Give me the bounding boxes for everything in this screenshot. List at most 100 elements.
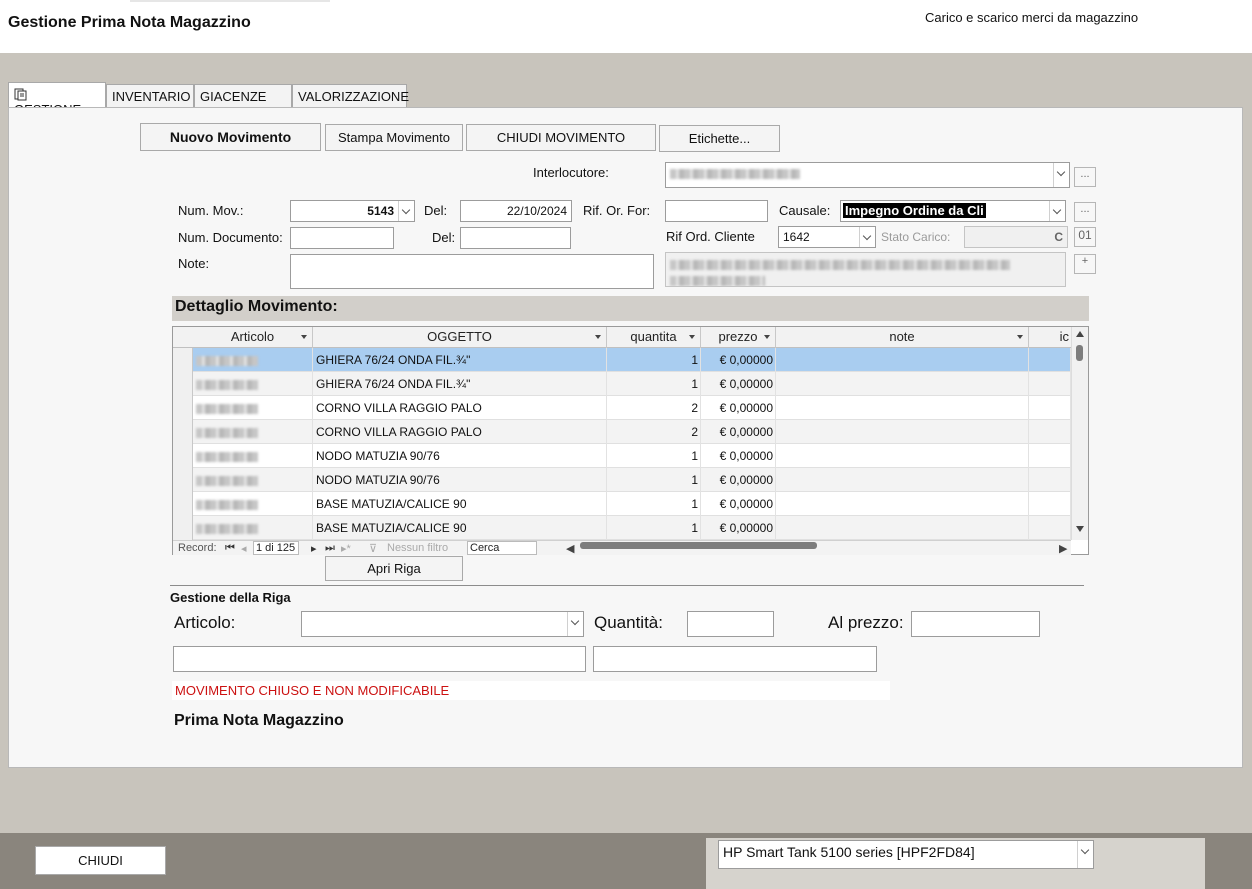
descrizione-field[interactable] [173, 646, 586, 672]
prev-record-icon[interactable]: ◂ [241, 542, 247, 555]
table-row[interactable]: CORNO VILLA RAGGIO PALO 2 € 0,00000 [173, 420, 1071, 444]
first-record-icon[interactable]: ⏮ [225, 542, 235, 555]
causale-select[interactable]: Impegno Ordine da Cli [840, 200, 1066, 222]
cell-oggetto[interactable]: BASE MATUZIA/CALICE 90 [313, 492, 607, 516]
cell-articolo[interactable] [193, 444, 313, 468]
del-date-field[interactable]: 22/10/2024 [460, 200, 572, 222]
num-mov-select[interactable]: 5143 [290, 200, 415, 222]
tab-giacenze-led[interactable]: GIACENZE LED [194, 84, 292, 119]
table-row[interactable]: GHIERA 76/24 ONDA FIL.¾" 1 € 0,00000 [173, 348, 1071, 372]
record-position-field[interactable]: 1 di 125 [253, 541, 299, 555]
interlocutore-ellipsis-button[interactable]: ... [1074, 167, 1096, 187]
table-row[interactable]: BASE MATUZIA/CALICE 90 1 € 0,00000 [173, 516, 1071, 540]
interlocutore-select[interactable] [665, 162, 1070, 188]
row-selector[interactable] [173, 348, 193, 372]
cell-note[interactable] [776, 444, 1029, 468]
cell-id[interactable] [1029, 372, 1071, 396]
scroll-down-icon[interactable] [1076, 526, 1084, 532]
stato-code-button[interactable]: 01 [1074, 227, 1096, 247]
printer-select[interactable]: HP Smart Tank 5100 series [HPF2FD84] [718, 840, 1094, 869]
row-selector[interactable] [173, 372, 193, 396]
cell-note[interactable] [776, 348, 1029, 372]
chevron-down-icon[interactable] [567, 612, 583, 636]
nuovo-movimento-button[interactable]: Nuovo Movimento [140, 123, 321, 151]
col-prezzo[interactable]: prezzo [701, 327, 776, 348]
apri-riga-button[interactable]: Apri Riga [325, 556, 463, 581]
sort-arrow-icon[interactable] [1017, 335, 1023, 339]
tab-valorizzazione[interactable]: VALORIZZAZIONE [292, 84, 409, 108]
cell-oggetto[interactable]: GHIERA 76/24 ONDA FIL.¾" [313, 372, 607, 396]
etichette-button[interactable]: Etichette... [659, 125, 780, 152]
cell-articolo[interactable] [193, 420, 313, 444]
note-field[interactable] [290, 254, 654, 289]
cell-quantita[interactable]: 2 [607, 396, 701, 420]
quantita-field[interactable] [687, 611, 774, 637]
cell-oggetto[interactable]: BASE MATUZIA/CALICE 90 [313, 516, 607, 540]
row-selector[interactable] [173, 396, 193, 420]
cell-prezzo[interactable]: € 0,00000 [701, 372, 776, 396]
sort-arrow-icon[interactable] [301, 335, 307, 339]
del2-date-field[interactable] [460, 227, 571, 249]
cell-oggetto[interactable]: NODO MATUZIA 90/76 [313, 444, 607, 468]
table-row[interactable]: NODO MATUZIA 90/76 1 € 0,00000 [173, 468, 1071, 492]
rif-ord-cliente-select[interactable]: 1642 [778, 226, 876, 248]
stampa-movimento-button[interactable]: Stampa Movimento [325, 124, 463, 151]
cell-articolo[interactable] [193, 348, 313, 372]
cell-note[interactable] [776, 420, 1029, 444]
add-button[interactable]: + [1074, 254, 1096, 274]
cell-articolo[interactable] [193, 468, 313, 492]
rif-or-for-field[interactable] [665, 200, 768, 222]
cell-id[interactable] [1029, 444, 1071, 468]
cell-oggetto[interactable]: CORNO VILLA RAGGIO PALO [313, 396, 607, 420]
table-row[interactable]: GHIERA 76/24 ONDA FIL.¾" 1 € 0,00000 [173, 372, 1071, 396]
cell-id[interactable] [1029, 348, 1071, 372]
row-selector[interactable] [173, 516, 193, 540]
chevron-down-icon[interactable] [1077, 841, 1093, 868]
cell-note[interactable] [776, 516, 1029, 540]
cell-oggetto[interactable]: CORNO VILLA RAGGIO PALO [313, 420, 607, 444]
chevron-down-icon[interactable] [1053, 163, 1069, 187]
causale-ellipsis-button[interactable]: ... [1074, 202, 1096, 222]
cell-id[interactable] [1029, 396, 1071, 420]
chevron-down-icon[interactable] [1049, 201, 1065, 221]
cell-articolo[interactable] [193, 372, 313, 396]
chiudi-button[interactable]: CHIUDI [35, 846, 166, 875]
cell-quantita[interactable]: 1 [607, 444, 701, 468]
al-prezzo-field[interactable] [911, 611, 1040, 637]
cell-prezzo[interactable]: € 0,00000 [701, 492, 776, 516]
row-selector[interactable] [173, 492, 193, 516]
table-row[interactable]: NODO MATUZIA 90/76 1 € 0,00000 [173, 444, 1071, 468]
cell-prezzo[interactable]: € 0,00000 [701, 420, 776, 444]
cell-prezzo[interactable]: € 0,00000 [701, 396, 776, 420]
col-oggetto[interactable]: OGGETTO [313, 327, 607, 348]
cell-id[interactable] [1029, 492, 1071, 516]
new-record-icon[interactable]: ▸* [341, 542, 351, 555]
tab-gestione[interactable]: GESTIONE [8, 82, 106, 117]
table-row[interactable]: CORNO VILLA RAGGIO PALO 2 € 0,00000 [173, 396, 1071, 420]
table-row[interactable]: BASE MATUZIA/CALICE 90 1 € 0,00000 [173, 492, 1071, 516]
cell-articolo[interactable] [193, 516, 313, 540]
num-documento-field[interactable] [290, 227, 394, 249]
row-selector[interactable] [173, 444, 193, 468]
cell-quantita[interactable]: 1 [607, 468, 701, 492]
cell-quantita[interactable]: 1 [607, 516, 701, 540]
cell-note[interactable] [776, 372, 1029, 396]
articolo-select[interactable] [301, 611, 584, 637]
cell-prezzo[interactable]: € 0,00000 [701, 468, 776, 492]
scroll-up-icon[interactable] [1076, 331, 1084, 337]
cell-prezzo[interactable]: € 0,00000 [701, 444, 776, 468]
cell-oggetto[interactable]: NODO MATUZIA 90/76 [313, 468, 607, 492]
cell-id[interactable] [1029, 468, 1071, 492]
cell-id[interactable] [1029, 420, 1071, 444]
chiudi-movimento-button[interactable]: CHIUDI MOVIMENTO [466, 124, 656, 151]
filter-icon[interactable]: ⊽ [369, 542, 377, 555]
vertical-scrollbar[interactable] [1071, 327, 1088, 540]
note-riga-field[interactable] [593, 646, 877, 672]
cell-id[interactable] [1029, 516, 1071, 540]
search-field[interactable]: Cerca [467, 541, 537, 555]
col-quantita[interactable]: quantita [607, 327, 701, 348]
scroll-thumb[interactable] [1076, 345, 1083, 361]
cell-quantita[interactable]: 2 [607, 420, 701, 444]
cell-prezzo[interactable]: € 0,00000 [701, 516, 776, 540]
col-id[interactable]: ic [1029, 327, 1071, 348]
